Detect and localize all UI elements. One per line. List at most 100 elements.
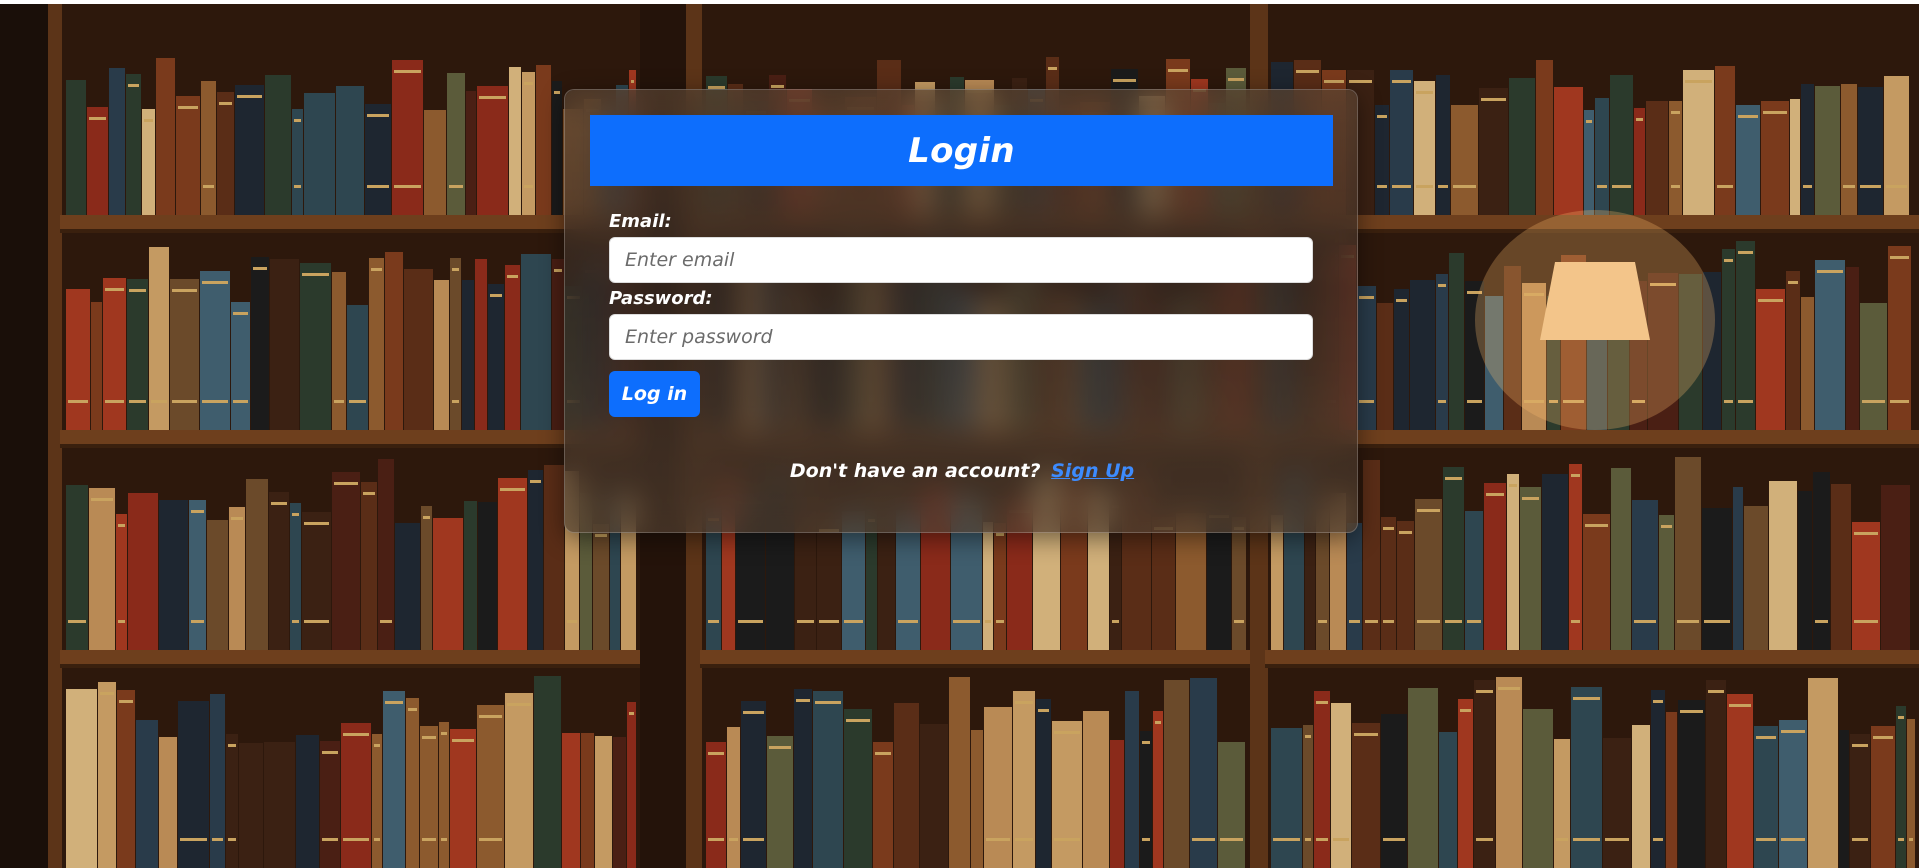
book-spine xyxy=(421,506,432,650)
book-spine xyxy=(1381,714,1407,868)
book-band xyxy=(452,268,459,271)
book-band xyxy=(1392,80,1411,83)
book-band xyxy=(271,502,287,505)
book-band xyxy=(1556,838,1568,841)
book-spine xyxy=(536,65,551,215)
login-button[interactable]: Log in xyxy=(609,371,700,417)
book-band xyxy=(422,838,436,841)
shelf-board-shadow xyxy=(1265,444,1919,448)
book-band xyxy=(738,620,763,623)
book-spine xyxy=(1678,700,1705,868)
book-spine xyxy=(1666,712,1677,868)
book-band xyxy=(151,400,167,403)
book-band xyxy=(1112,620,1119,623)
book-spine xyxy=(1509,78,1535,215)
book-spine xyxy=(627,702,636,868)
book-band xyxy=(996,620,1004,623)
book-spine xyxy=(341,723,371,868)
signup-link[interactable]: Sign Up xyxy=(1051,460,1134,482)
book-band xyxy=(1220,838,1243,841)
book-spine xyxy=(126,74,141,215)
book-band xyxy=(595,534,607,537)
book-band xyxy=(118,524,125,527)
book-band xyxy=(1228,78,1244,81)
book-band xyxy=(1048,67,1057,70)
book-spine xyxy=(595,736,612,868)
book-band xyxy=(1438,185,1448,188)
book-spine xyxy=(1813,472,1830,650)
book-spine xyxy=(1632,725,1650,868)
book-spine xyxy=(844,709,872,868)
book-band xyxy=(797,620,814,623)
book-spine xyxy=(1754,726,1778,868)
book-spine xyxy=(369,258,384,430)
shelf-board-shadow xyxy=(700,664,1250,668)
book-band xyxy=(371,268,382,271)
book-band xyxy=(452,400,459,403)
book-band xyxy=(1438,400,1446,403)
email-input[interactable] xyxy=(609,237,1313,283)
book-band xyxy=(1359,296,1374,299)
book-spine xyxy=(593,524,609,650)
book-spine xyxy=(983,522,993,650)
book-spine xyxy=(1352,723,1380,868)
book-band xyxy=(1636,118,1643,121)
password-input[interactable] xyxy=(609,314,1313,360)
book-band xyxy=(1324,80,1344,83)
shelf-board-shadow xyxy=(1265,664,1919,668)
book-spine xyxy=(210,694,225,868)
book-spine xyxy=(613,737,626,868)
book-band xyxy=(1724,259,1733,262)
book-spine xyxy=(1779,720,1807,868)
book-spine xyxy=(1523,709,1553,868)
book-band xyxy=(1234,620,1244,623)
book-spine xyxy=(450,258,461,430)
book-band xyxy=(1476,690,1493,693)
book-band xyxy=(129,289,146,292)
book-band xyxy=(1758,299,1783,302)
book-band xyxy=(1781,730,1805,733)
book-band xyxy=(507,703,531,706)
book-spine xyxy=(1907,719,1915,868)
book-band xyxy=(304,620,329,623)
book-band xyxy=(343,838,369,841)
book-spine xyxy=(1013,691,1035,868)
book-band xyxy=(479,838,502,841)
book-spine xyxy=(1331,703,1351,868)
book-band xyxy=(479,715,502,718)
book-band xyxy=(796,699,810,702)
book-spine xyxy=(994,523,1006,650)
book-band xyxy=(631,80,634,83)
book-spine xyxy=(873,742,893,868)
book-spine xyxy=(404,269,433,430)
book-band xyxy=(507,275,518,278)
book-band xyxy=(875,752,891,755)
shelf-board xyxy=(1265,650,1919,664)
book-spine xyxy=(239,743,263,868)
book-band xyxy=(228,838,236,841)
book-band xyxy=(1890,256,1909,259)
book-band xyxy=(231,517,243,520)
book-spine xyxy=(1651,690,1665,868)
book-spine xyxy=(1706,680,1726,868)
book-spine xyxy=(1110,740,1124,868)
book-band xyxy=(985,620,991,623)
book-spine xyxy=(201,81,216,215)
book-band xyxy=(394,70,421,73)
book-band xyxy=(334,482,358,485)
book-spine xyxy=(1786,271,1800,430)
book-band xyxy=(1396,299,1407,302)
book-band xyxy=(1416,185,1433,188)
book-band xyxy=(1316,838,1328,841)
book-spine xyxy=(395,523,420,650)
book-band xyxy=(233,400,248,403)
book-spine xyxy=(706,742,726,868)
book-band xyxy=(524,185,533,188)
book-band xyxy=(844,620,863,623)
book-band xyxy=(1349,80,1372,83)
book-spine xyxy=(302,512,331,650)
book-band xyxy=(180,838,207,841)
book-spine xyxy=(1841,84,1857,215)
book-spine xyxy=(1839,730,1849,868)
book-band xyxy=(1586,120,1592,123)
